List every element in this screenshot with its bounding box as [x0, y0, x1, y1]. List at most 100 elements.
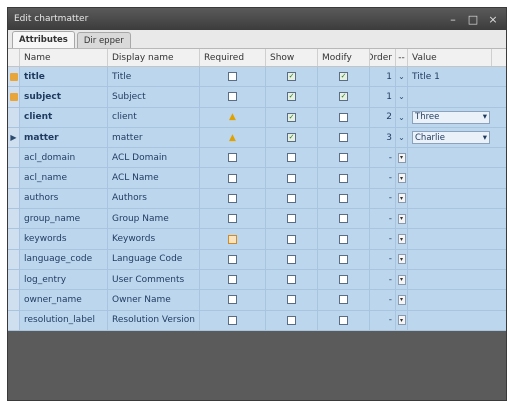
display-name-cell[interactable]: Owner Name — [108, 290, 200, 310]
modify-cell[interactable] — [318, 249, 370, 269]
row-selector[interactable] — [8, 168, 20, 188]
order-dropdown-cell[interactable]: ▾ — [396, 209, 408, 229]
order-cell[interactable]: 3 — [370, 127, 396, 148]
value-select[interactable]: Charlie ▾ — [412, 131, 490, 145]
display-name-cell[interactable]: Language Code — [108, 249, 200, 269]
show-cell[interactable] — [266, 249, 318, 269]
value-cell[interactable] — [408, 290, 492, 309]
col-header-display-name[interactable]: Display name — [108, 49, 200, 66]
table-row[interactable]: ▶ matter matter ▲ ✓ 3 ⌄ Charlie ▾ — [8, 127, 506, 149]
maximize-button[interactable]: □ — [466, 12, 480, 26]
row-selector[interactable] — [8, 87, 20, 107]
modify-checkbox[interactable] — [339, 193, 348, 203]
order-cell[interactable]: 1 — [370, 67, 396, 87]
value-cell[interactable]: Three ▾ — [408, 108, 492, 127]
order-dropdown-cell[interactable]: ⌄ — [396, 127, 408, 148]
modify-cell[interactable]: ✓ — [318, 87, 370, 107]
table-row[interactable]: title Title ✓ ✓ 1 ⌄ Title 1 — [8, 67, 506, 88]
order-cell[interactable]: - — [370, 148, 396, 168]
attribute-name-cell[interactable]: resolution_label — [20, 310, 108, 330]
required-cell[interactable]: ▲ — [200, 127, 266, 148]
required-checkbox[interactable] — [228, 315, 237, 325]
modify-checkbox[interactable]: ✓ — [339, 72, 348, 82]
display-name-cell[interactable]: Group Name — [108, 209, 200, 229]
display-name-cell[interactable]: matter — [108, 127, 200, 148]
required-cell[interactable] — [200, 229, 266, 249]
order-dropdown-cell[interactable]: ▾ — [396, 168, 408, 188]
table-row[interactable]: acl_domain ACL Domain - ▾ — [8, 148, 506, 169]
value-cell[interactable] — [408, 168, 492, 187]
modify-checkbox[interactable] — [339, 234, 348, 244]
show-checkbox[interactable] — [287, 214, 296, 224]
show-cell[interactable] — [266, 188, 318, 209]
order-dropdown-cell[interactable]: ▾ — [396, 269, 408, 290]
attribute-name-cell[interactable]: group_name — [20, 209, 108, 229]
minimize-button[interactable]: – — [446, 12, 460, 26]
modify-cell[interactable] — [318, 209, 370, 229]
required-checkbox[interactable] — [228, 193, 237, 203]
display-name-cell[interactable]: User Comments — [108, 269, 200, 290]
display-name-cell[interactable]: ACL Domain — [108, 148, 200, 168]
show-cell[interactable]: ✓ — [266, 107, 318, 127]
order-dropdown-cell[interactable]: ▾ — [396, 249, 408, 269]
show-cell[interactable]: ✓ — [266, 87, 318, 107]
order-dropdown-cell[interactable]: ▾ — [396, 310, 408, 330]
table-row[interactable]: acl_name ACL Name - ▾ — [8, 168, 506, 189]
required-checkbox[interactable] — [228, 92, 237, 102]
value-cell[interactable] — [408, 189, 492, 208]
row-selector[interactable] — [8, 310, 20, 330]
show-cell[interactable]: ✓ — [266, 67, 318, 87]
modify-cell[interactable] — [318, 229, 370, 249]
required-checkbox[interactable] — [228, 295, 237, 305]
show-cell[interactable]: ✓ — [266, 127, 318, 148]
modify-cell[interactable] — [318, 310, 370, 330]
order-cell[interactable]: - — [370, 168, 396, 188]
col-header-name[interactable]: Name — [20, 49, 108, 66]
modify-checkbox[interactable] — [339, 173, 348, 183]
dropdown-icon[interactable]: ▾ — [397, 254, 406, 265]
required-cell[interactable] — [200, 209, 266, 229]
value-cell[interactable]: Title 1 — [408, 67, 492, 86]
dropdown-icon[interactable]: ▾ — [397, 213, 406, 224]
required-cell[interactable] — [200, 188, 266, 209]
col-header-order[interactable]: Order — [370, 49, 396, 66]
show-cell[interactable] — [266, 168, 318, 188]
display-name-cell[interactable]: client — [108, 107, 200, 127]
dropdown-icon[interactable]: ▾ — [397, 152, 406, 163]
dropdown-icon[interactable]: ▾ — [397, 294, 406, 305]
chevron-down-icon[interactable]: ⌄ — [398, 92, 405, 101]
row-selector[interactable] — [8, 229, 20, 249]
dropdown-icon[interactable]: ▾ — [397, 193, 406, 204]
tab-dir-epper[interactable]: Dir epper — [76, 32, 131, 48]
show-checkbox[interactable] — [287, 275, 296, 285]
order-dropdown-cell[interactable]: ▾ — [396, 188, 408, 209]
table-row[interactable]: log_entry User Comments - ▾ — [8, 269, 506, 291]
modify-cell[interactable] — [318, 148, 370, 168]
value-select[interactable]: Three ▾ — [412, 110, 490, 124]
attribute-name-cell[interactable]: owner_name — [20, 290, 108, 310]
warning-icon[interactable]: ▲ — [229, 133, 236, 143]
value-cell[interactable] — [408, 87, 492, 106]
row-selector[interactable] — [8, 209, 20, 229]
show-checkbox[interactable] — [287, 173, 296, 183]
attribute-name-cell[interactable]: language_code — [20, 249, 108, 269]
table-row[interactable]: language_code Language Code - ▾ — [8, 249, 506, 270]
table-row[interactable]: authors Authors - ▾ — [8, 188, 506, 210]
row-selector[interactable] — [8, 67, 20, 87]
display-name-cell[interactable]: Title — [108, 67, 200, 87]
show-cell[interactable] — [266, 229, 318, 249]
order-dropdown-cell[interactable]: ⌄ — [396, 87, 408, 107]
display-name-cell[interactable]: Subject — [108, 87, 200, 107]
order-cell[interactable]: - — [370, 290, 396, 310]
dropdown-icon[interactable]: ▾ — [397, 173, 406, 184]
display-name-cell[interactable]: Authors — [108, 188, 200, 209]
required-checkbox[interactable] — [228, 72, 237, 82]
chevron-down-icon[interactable]: ⌄ — [398, 113, 405, 122]
required-cell[interactable] — [200, 310, 266, 330]
table-row[interactable]: subject Subject ✓ ✓ 1 ⌄ — [8, 87, 506, 108]
order-cell[interactable]: - — [370, 310, 396, 330]
modify-cell[interactable] — [318, 168, 370, 188]
chevron-down-icon[interactable]: ▾ — [483, 133, 487, 143]
col-header-required[interactable]: Required — [200, 49, 266, 66]
show-cell[interactable] — [266, 209, 318, 229]
